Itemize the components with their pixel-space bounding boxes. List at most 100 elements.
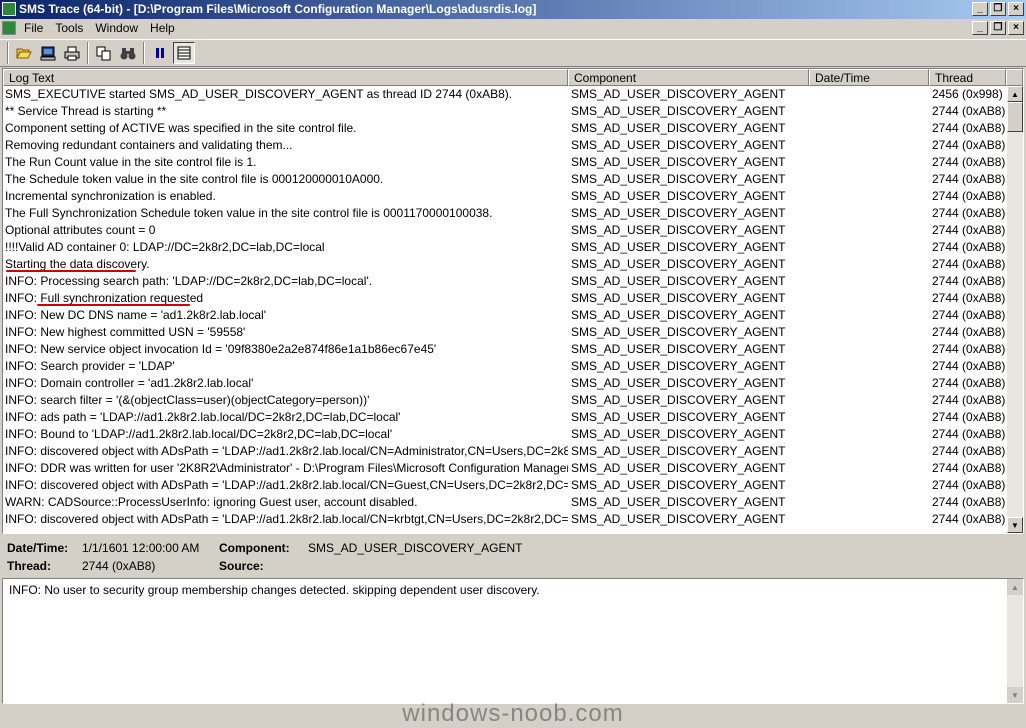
log-text-cell: INFO: Processing search path: 'LDAP://DC… [5, 274, 373, 288]
table-row[interactable]: INFO: DDR was written for user '2K8R2\Ad… [3, 460, 1006, 477]
table-row[interactable]: Removing redundant containers and valida… [3, 137, 1006, 154]
table-row[interactable]: The Run Count value in the site control … [3, 154, 1006, 171]
thread-cell: 2744 (0xAB8) [932, 206, 1006, 220]
component-cell: SMS_AD_USER_DISCOVERY_AGENT [571, 189, 786, 203]
date-time-cell [812, 290, 929, 307]
table-row[interactable]: !!!!Valid AD container 0: LDAP://DC=2k8r… [3, 239, 1006, 256]
thread-cell: 2744 (0xAB8) [932, 274, 1006, 288]
thread-cell: 2744 (0xAB8) [932, 257, 1006, 271]
scroll-thumb[interactable] [1007, 102, 1023, 132]
log-text-cell: The Full Synchronization Schedule token … [5, 206, 493, 220]
find-button[interactable] [117, 42, 139, 64]
window-controls: _ ❐ × [972, 2, 1024, 16]
log-rows: SMS_EXECUTIVE started SMS_AD_USER_DISCOV… [3, 86, 1006, 533]
table-row[interactable]: INFO: ads path = 'LDAP://ad1.2k8r2.lab.l… [3, 409, 1006, 426]
log-text-cell: Component setting of ACTIVE was specifie… [5, 121, 357, 135]
table-row[interactable]: INFO: Processing search path: 'LDAP://DC… [3, 273, 1006, 290]
table-row[interactable]: The Schedule token value in the site con… [3, 171, 1006, 188]
date-time-cell [812, 341, 929, 358]
document-icon[interactable] [2, 21, 16, 35]
date-time-cell [812, 205, 929, 222]
table-row[interactable]: INFO: New highest committed USN = '59558… [3, 324, 1006, 341]
log-text-cell: INFO: discovered object with ADsPath = '… [5, 478, 568, 492]
component-cell: SMS_AD_USER_DISCOVERY_AGENT [571, 121, 786, 135]
details-pane-icon [177, 46, 191, 60]
thread-cell: 2744 (0xAB8) [932, 240, 1006, 254]
table-row[interactable]: INFO: discovered object with ADsPath = '… [3, 477, 1006, 494]
close-button[interactable]: × [1008, 2, 1024, 16]
date-time-cell [812, 358, 929, 375]
minimize-button[interactable]: _ [972, 2, 988, 16]
computer-icon [40, 46, 56, 60]
details-panel: Date/Time: 1/1/1601 12:00:00 AM Componen… [0, 536, 1026, 576]
scroll-down-button[interactable]: ▼ [1007, 517, 1023, 533]
log-text-cell: The Run Count value in the site control … [5, 155, 257, 169]
table-row[interactable]: WARN: CADSource::ProcessUserInfo: ignori… [3, 494, 1006, 511]
message-panel[interactable]: INFO: No user to security group membersh… [2, 578, 1024, 704]
open-button[interactable] [13, 42, 35, 64]
table-row[interactable]: INFO: discovered object with ADsPath = '… [3, 511, 1006, 528]
table-row[interactable]: Incremental synchronization is enabled. S… [3, 188, 1006, 205]
table-row[interactable]: INFO: Bound to 'LDAP://ad1.2k8r2.lab.loc… [3, 426, 1006, 443]
computer-button[interactable] [37, 42, 59, 64]
component-cell: SMS_AD_USER_DISCOVERY_AGENT [571, 223, 786, 237]
menu-tools[interactable]: Tools [49, 19, 89, 38]
thread-cell: 2744 (0xAB8) [932, 393, 1006, 407]
doc-close-button[interactable]: × [1008, 21, 1024, 35]
thread-cell: 2744 (0xAB8) [932, 223, 1006, 237]
log-text-cell: INFO: Search provider = 'LDAP' [5, 359, 175, 373]
pause-icon [156, 48, 164, 58]
table-row[interactable]: Starting the data discovery. SMS_AD_USER_… [3, 256, 1006, 273]
maximize-button[interactable]: ❐ [990, 2, 1006, 16]
table-row[interactable]: The Full Synchronization Schedule token … [3, 205, 1006, 222]
table-row[interactable]: INFO: New service object invocation Id =… [3, 341, 1006, 358]
printer-icon [64, 46, 80, 60]
component-value: SMS_AD_USER_DISCOVERY_AGENT [308, 541, 523, 555]
log-vertical-scrollbar[interactable]: ▲ ▼ [1007, 86, 1023, 533]
sms-trace-window: SMS Trace (64-bit) - [D:\Program Files\M… [0, 0, 1026, 728]
component-cell: SMS_AD_USER_DISCOVERY_AGENT [571, 274, 786, 288]
component-cell: SMS_AD_USER_DISCOVERY_AGENT [571, 478, 786, 492]
thread-cell: 2744 (0xAB8) [932, 461, 1006, 475]
copy-button[interactable] [93, 42, 115, 64]
menu-window[interactable]: Window [89, 19, 144, 38]
date-time-cell [812, 409, 929, 426]
table-row[interactable]: INFO: Search provider = 'LDAP' SMS_AD_USE… [3, 358, 1006, 375]
table-row[interactable]: INFO: discovered object with ADsPath = '… [3, 443, 1006, 460]
scroll-up-button[interactable]: ▲ [1007, 86, 1023, 102]
window-title: SMS Trace (64-bit) - [D:\Program Files\M… [19, 2, 537, 16]
message-vertical-scrollbar[interactable]: ▲ ▼ [1007, 579, 1023, 703]
log-text-cell: INFO: search filter = '(&(objectClass=us… [5, 393, 370, 407]
pause-button[interactable] [149, 42, 171, 64]
title-bar[interactable]: SMS Trace (64-bit) - [D:\Program Files\M… [0, 0, 1026, 19]
table-row[interactable]: Optional attributes count = 0 SMS_AD_USER… [3, 222, 1006, 239]
log-text-cell: Optional attributes count = 0 [5, 223, 156, 237]
column-header-component[interactable]: Component [568, 69, 809, 86]
table-row[interactable]: INFO: Domain controller = 'ad1.2k8r2.lab… [3, 375, 1006, 392]
table-row[interactable]: ** Service Thread is starting ** SMS_AD_U… [3, 103, 1006, 120]
date-time-cell [812, 392, 929, 409]
date-time-cell [812, 239, 929, 256]
thread-value: 2744 (0xAB8) [82, 559, 156, 573]
log-text-cell: ** Service Thread is starting ** [5, 104, 167, 118]
print-button[interactable] [61, 42, 83, 64]
log-text-cell: INFO: discovered object with ADsPath = '… [5, 444, 568, 458]
date-time-cell [812, 324, 929, 341]
doc-restore-button[interactable]: ❐ [990, 21, 1006, 35]
column-header-log-text[interactable]: Log Text [3, 69, 568, 86]
table-row[interactable]: INFO: search filter = '(&(objectClass=us… [3, 392, 1006, 409]
details-toggle-button[interactable] [173, 42, 195, 64]
table-row[interactable]: SMS_EXECUTIVE started SMS_AD_USER_DISCOV… [3, 86, 1006, 103]
menu-file[interactable]: File [18, 19, 49, 38]
doc-minimize-button[interactable]: _ [972, 21, 988, 35]
toolbar-separator [7, 42, 9, 64]
thread-cell: 2744 (0xAB8) [932, 427, 1006, 441]
table-row[interactable]: Component setting of ACTIVE was specifie… [3, 120, 1006, 137]
log-text-cell: SMS_EXECUTIVE started SMS_AD_USER_DISCOV… [5, 87, 513, 101]
table-row[interactable]: INFO: New DC DNS name = 'ad1.2k8r2.lab.l… [3, 307, 1006, 324]
column-header-thread[interactable]: Thread [929, 69, 1006, 86]
column-header-date-time[interactable]: Date/Time [809, 69, 929, 86]
menu-help[interactable]: Help [144, 19, 181, 38]
message-scroll-up-button[interactable]: ▲ [1007, 579, 1023, 595]
date-time-cell [812, 188, 929, 205]
